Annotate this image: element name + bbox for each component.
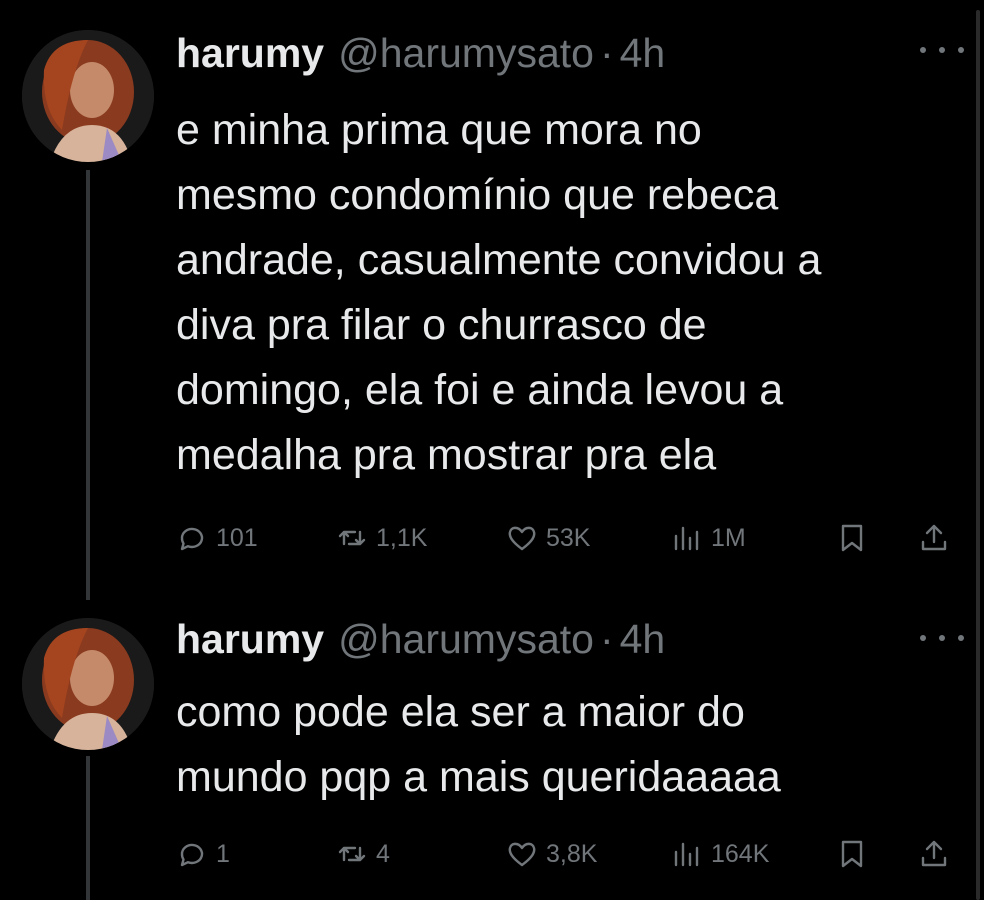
thread-line [86,756,90,900]
separator-dot: · [599,30,614,76]
reply-count: 101 [216,523,258,552]
tweet-header: harumy @harumysato · 4h [176,30,665,80]
share-button[interactable] [918,834,950,874]
user-handle[interactable]: @harumysato [338,616,594,663]
reply-button[interactable]: 101 [176,518,258,558]
timestamp[interactable]: 4h [620,30,666,77]
share-icon [921,840,947,867]
views-count: 1M [711,523,746,552]
bookmark-button[interactable] [836,834,868,874]
views-button[interactable]: 164K [671,834,769,874]
reply-icon [180,527,204,551]
avatar[interactable] [22,618,154,750]
retweet-icon [338,846,366,862]
separator-dot: · [599,616,614,662]
heart-icon [508,526,536,551]
retweet-icon [338,530,366,546]
action-bar: 1 4 3,8K 164K [176,834,966,874]
display-name[interactable]: harumy [176,616,324,663]
share-button[interactable] [918,518,950,558]
reply-button[interactable]: 1 [176,834,230,874]
bookmark-icon [841,840,863,868]
retweet-button[interactable]: 1,1K [336,518,427,558]
reply-icon [180,843,204,867]
tweet-header: harumy @harumysato · 4h [176,616,665,666]
scrollbar-thumb[interactable] [976,10,980,900]
more-options-button[interactable] [920,628,964,648]
more-options-icon [920,635,926,641]
timestamp[interactable]: 4h [620,616,666,663]
views-icon [674,526,699,551]
tweet[interactable]: harumy @harumysato · 4h e minha prima qu… [0,0,984,600]
views-icon [674,842,699,867]
tweet-text: como pode ela ser a maior do mundo pqp a… [176,688,781,801]
share-icon [921,524,947,551]
bookmark-icon [841,524,863,552]
avatar[interactable] [22,30,154,162]
like-button[interactable]: 53K [506,518,590,558]
action-bar: 101 1,1K 53K 1M [176,518,966,558]
views-button[interactable]: 1M [671,518,746,558]
display-name[interactable]: harumy [176,30,324,77]
like-button[interactable]: 3,8K [506,834,597,874]
tweet[interactable]: harumy @harumysato · 4h como pode ela se… [0,600,984,900]
retweet-button[interactable]: 4 [336,834,390,874]
like-count: 3,8K [546,839,598,868]
scrollbar[interactable] [974,0,984,900]
avatar-photo [22,618,154,750]
avatar-photo [22,30,154,162]
user-handle[interactable]: @harumysato [338,30,594,77]
tweet-text: e minha prima que mora no mesmo condomín… [176,106,822,479]
retweet-count: 4 [376,839,390,868]
reply-count: 1 [216,839,230,868]
views-count: 164K [711,839,770,868]
heart-icon [508,842,536,867]
more-options-button[interactable] [920,40,964,60]
more-options-icon [920,47,926,53]
retweet-count: 1,1K [376,523,428,552]
bookmark-button[interactable] [836,518,868,558]
like-count: 53K [546,523,591,552]
thread-line [86,170,90,600]
